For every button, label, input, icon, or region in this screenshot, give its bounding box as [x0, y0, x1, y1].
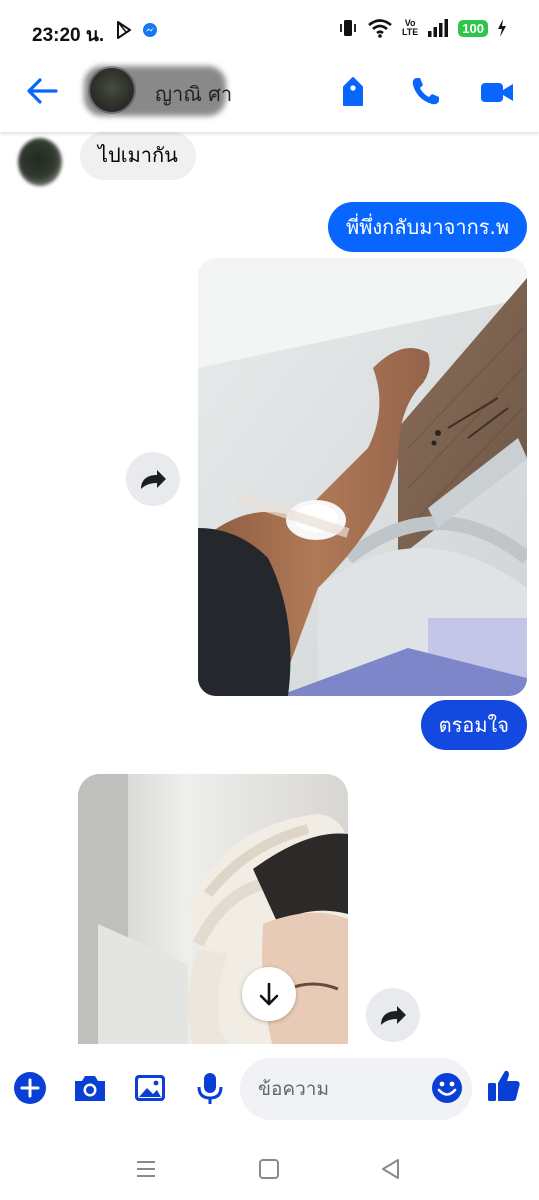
system-navigation-bar: [0, 1136, 539, 1200]
back-arrow-icon[interactable]: [22, 76, 62, 106]
message-list[interactable]: ไปเมากัน พี่พึ่งกลับมาจากร.พ ตรอมใจ: [0, 132, 539, 1044]
emoji-icon[interactable]: [430, 1071, 464, 1105]
volte-indicator: Vo LTE: [402, 19, 418, 37]
home-icon[interactable]: [254, 1154, 284, 1184]
forward-arrow-icon: [141, 470, 166, 489]
download-button[interactable]: [242, 967, 296, 1021]
microphone-icon[interactable]: [192, 1070, 228, 1106]
message-bubble-sent[interactable]: ตรอมใจ: [420, 700, 527, 750]
status-bar: 23:20 น. Vo LTE 100: [0, 0, 539, 62]
status-right-icons: Vo LTE 100: [338, 18, 507, 38]
forward-button[interactable]: [366, 988, 420, 1042]
photo-towel-head[interactable]: [78, 774, 348, 1044]
camera-icon[interactable]: [72, 1070, 108, 1106]
thumbs-up-icon[interactable]: [486, 1068, 522, 1104]
conversation-header: ญาณิ ศา: [0, 62, 539, 132]
status-time: 23:20 น.: [32, 25, 105, 46]
photo-arm-bandage[interactable]: [198, 258, 527, 696]
recent-apps-icon[interactable]: [131, 1154, 161, 1184]
wifi-icon: [368, 19, 392, 38]
volte-bottom-label: LTE: [401, 27, 419, 37]
play-store-icon: [117, 21, 131, 39]
charging-icon: [498, 19, 506, 37]
video-camera-icon[interactable]: [480, 75, 514, 109]
gallery-icon[interactable]: [132, 1070, 168, 1106]
message-bubble-sent[interactable]: พี่พึ่งกลับมาจากร.พ: [328, 202, 527, 252]
message-text: ไปเมากัน: [98, 143, 178, 167]
message-bubble-received[interactable]: ไปเมากัน: [80, 132, 196, 180]
tag-icon[interactable]: [336, 75, 370, 109]
message-text: พี่พึ่งกลับมาจากร.พ: [346, 215, 509, 239]
message-text: ตรอมใจ: [438, 713, 509, 737]
forward-arrow-icon: [381, 1006, 406, 1025]
phone-icon[interactable]: [408, 75, 442, 109]
plus-icon[interactable]: [12, 1070, 48, 1106]
arrow-down-icon: [259, 982, 279, 1006]
messenger-notification-icon: [143, 23, 157, 37]
photo-arm-bandage-illustration: [198, 258, 527, 696]
back-nav-icon[interactable]: [376, 1154, 406, 1184]
signal-icon: [428, 19, 449, 37]
status-notification-icons: [114, 20, 158, 40]
sender-avatar[interactable]: [18, 138, 62, 186]
photo-towel-head-illustration: [78, 774, 348, 1044]
message-composer: [0, 1044, 539, 1136]
vibrate-icon: [340, 20, 356, 36]
battery-indicator: 100: [458, 19, 488, 37]
forward-button[interactable]: [126, 452, 180, 506]
contact-name[interactable]: ญาณิ ศา: [155, 78, 232, 110]
